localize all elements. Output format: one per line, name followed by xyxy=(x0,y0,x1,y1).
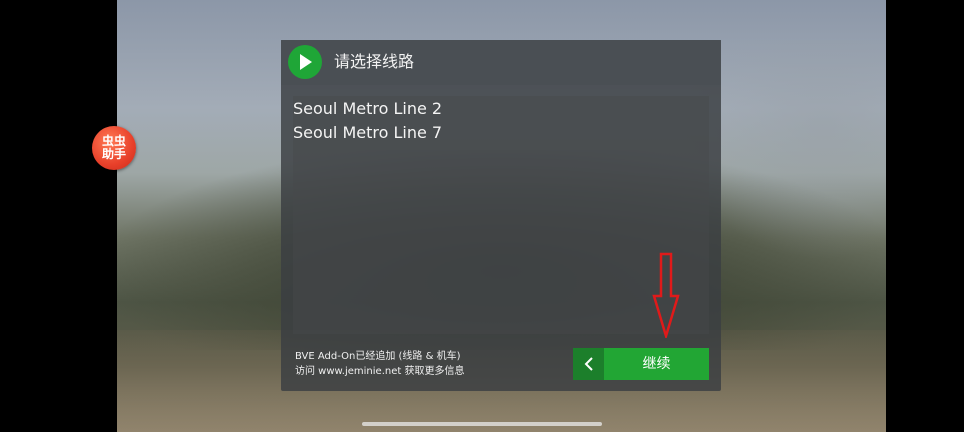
footer-website-text: 访问 www.jeminie.net 获取更多信息 xyxy=(295,366,465,377)
play-icon xyxy=(288,45,322,79)
chevron-left-icon xyxy=(584,357,593,371)
dialog-header: 请选择线路 xyxy=(281,40,721,85)
continue-button[interactable]: 继续 xyxy=(604,348,709,380)
down-arrow-icon xyxy=(652,252,680,338)
back-button[interactable] xyxy=(573,348,604,380)
dialog-title: 请选择线路 xyxy=(334,52,415,71)
route-item-seoul-metro-line-2[interactable]: Seoul Metro Line 2 xyxy=(293,97,709,121)
screen: 虫虫助手 请选择线路 Seoul Metro Line 2 Seoul Metr… xyxy=(0,0,964,432)
home-indicator[interactable] xyxy=(362,422,602,426)
helper-badge-label: 虫虫助手 xyxy=(101,134,126,161)
footer-note: BVE Add-On已经追加 (线路 & 机车) 访问 www.jeminie.… xyxy=(295,349,464,379)
footer-addon-text: BVE Add-On已经追加 (线路 & 机车) xyxy=(295,351,461,362)
route-item-seoul-metro-line-7[interactable]: Seoul Metro Line 7 xyxy=(293,121,709,145)
helper-app-badge[interactable]: 虫虫助手 xyxy=(92,126,136,170)
route-list[interactable]: Seoul Metro Line 2 Seoul Metro Line 7 xyxy=(293,96,709,334)
route-select-dialog: 请选择线路 Seoul Metro Line 2 Seoul Metro Lin… xyxy=(281,40,721,391)
